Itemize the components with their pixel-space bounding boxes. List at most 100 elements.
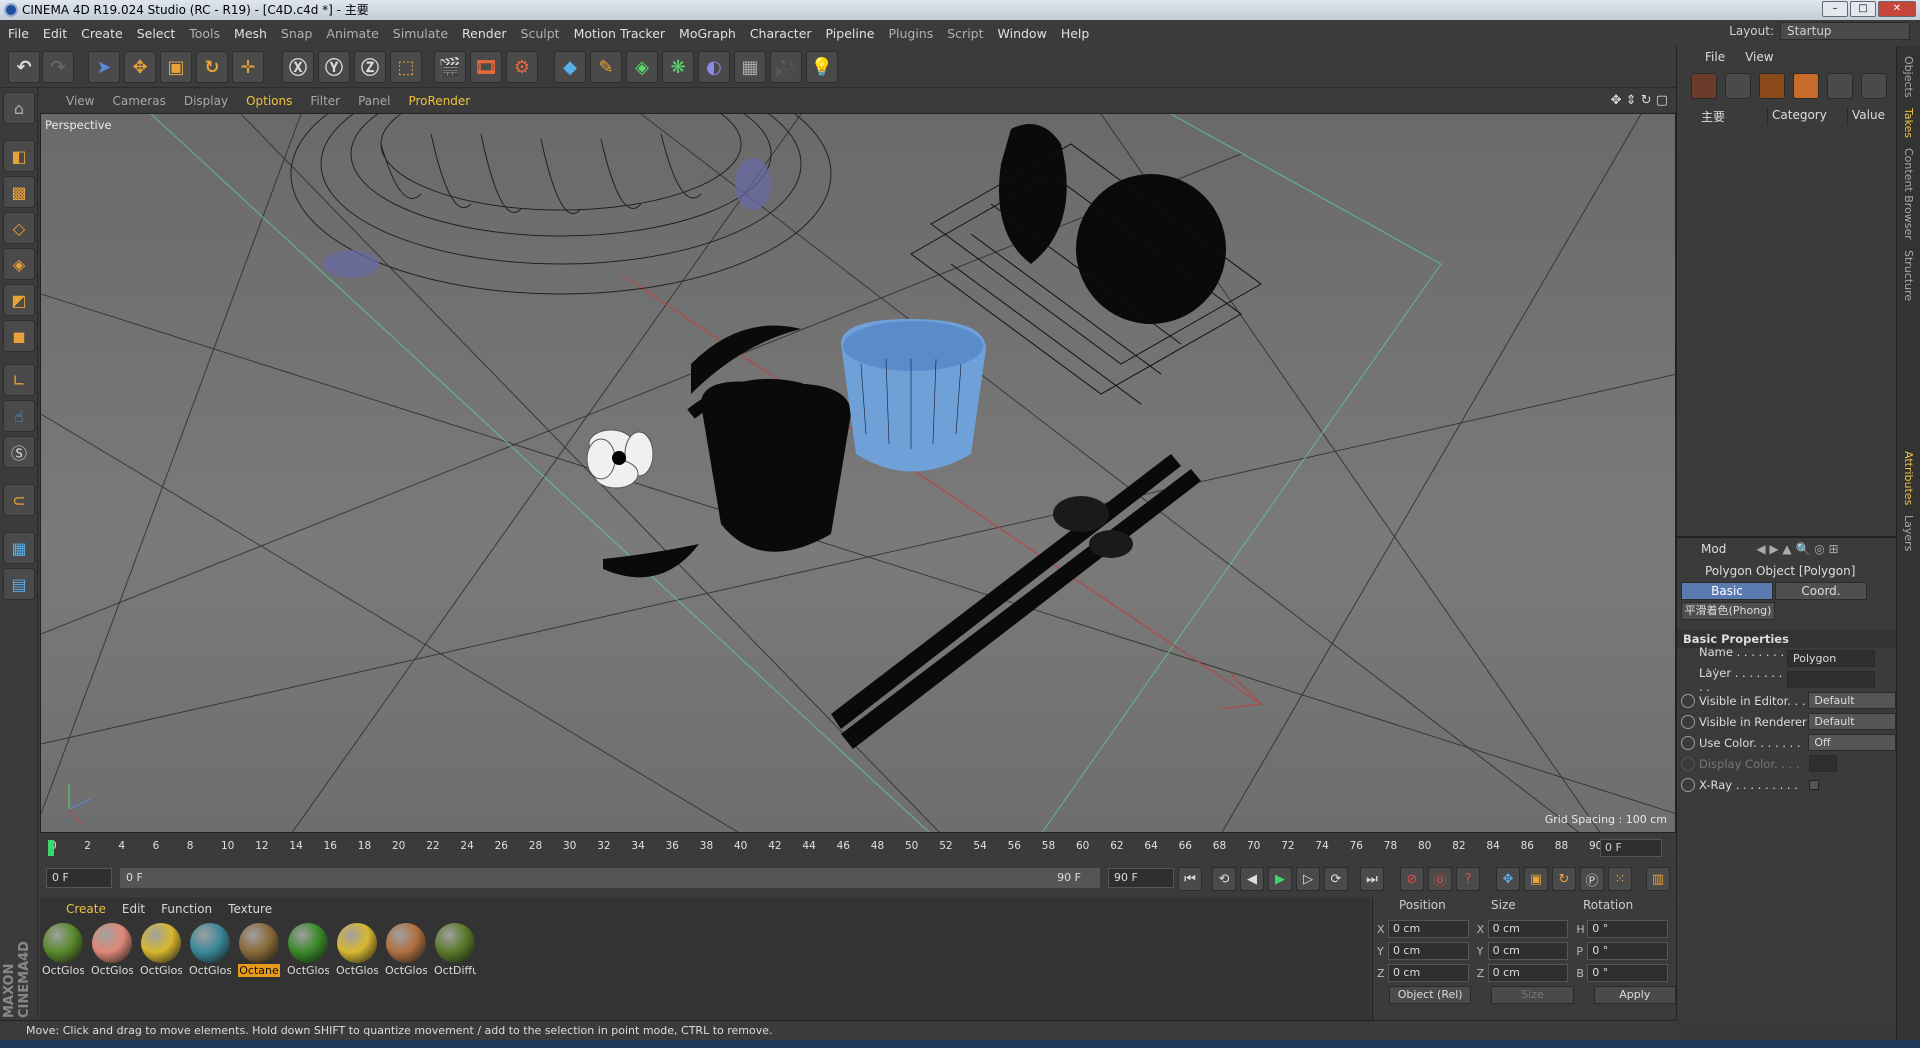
current-frame-field[interactable]: 0 F bbox=[1600, 839, 1662, 857]
undo-icon[interactable]: ↶ bbox=[8, 51, 40, 83]
viewport-menu-view[interactable]: View bbox=[66, 94, 94, 108]
menu-render[interactable]: Render bbox=[462, 26, 507, 41]
animate-radio-icon[interactable] bbox=[1681, 777, 1695, 792]
pos-field[interactable]: 0 cm bbox=[1387, 964, 1469, 982]
menu-pipeline[interactable]: Pipeline bbox=[826, 26, 875, 41]
coordinate-mode-dropdown[interactable]: Object (Rel) bbox=[1389, 986, 1472, 1004]
prop-name-field[interactable]: Polygon bbox=[1787, 650, 1875, 667]
xray-checkbox[interactable] bbox=[1809, 779, 1819, 790]
rot-field[interactable]: 0 ° bbox=[1587, 964, 1669, 982]
workplane-mode-icon[interactable]: ◇ bbox=[3, 212, 35, 244]
tab-coord[interactable]: Coord. bbox=[1775, 582, 1867, 600]
subdivision-surface-icon[interactable]: ◈ bbox=[626, 51, 658, 83]
go-to-start-icon[interactable]: ⏮ bbox=[1178, 867, 1202, 891]
material-swatch[interactable]: OctGlos bbox=[287, 923, 329, 981]
floor-environment-icon[interactable]: ▦ bbox=[734, 51, 766, 83]
octane-render-icon[interactable] bbox=[1827, 73, 1853, 99]
cloner-icon[interactable]: ❋ bbox=[662, 51, 694, 83]
make-editable-icon[interactable]: ⌂ bbox=[3, 92, 35, 124]
side-tab-content-browser[interactable]: Content Browser bbox=[1902, 148, 1915, 240]
material-swatch[interactable]: Octane bbox=[238, 923, 280, 981]
menu-file[interactable]: File bbox=[8, 26, 29, 41]
octane-camera-icon[interactable] bbox=[1759, 73, 1785, 99]
menu-plugins[interactable]: Plugins bbox=[888, 26, 933, 41]
category-column-header[interactable]: Category bbox=[1767, 108, 1847, 126]
rot-field[interactable]: 0 ° bbox=[1587, 920, 1669, 938]
parameter-key-icon[interactable]: Ⓟ bbox=[1580, 867, 1604, 891]
scale-tool-icon[interactable]: ▣ bbox=[160, 51, 192, 83]
render-picture-viewer-icon[interactable]: 🎞 bbox=[470, 51, 502, 83]
planar-workplane-icon[interactable]: ▤ bbox=[3, 568, 35, 600]
animate-radio-icon[interactable] bbox=[1681, 693, 1695, 708]
play-icon[interactable]: ▶ bbox=[1268, 867, 1292, 891]
animate-radio-icon[interactable] bbox=[1681, 756, 1695, 771]
menu-animate[interactable]: Animate bbox=[326, 26, 378, 41]
viewport-menu-panel[interactable]: Panel bbox=[358, 94, 390, 108]
3d-viewport[interactable]: Perspective Grid Spacing : 100 cm bbox=[40, 113, 1676, 833]
y-axis-lock-icon[interactable]: Ⓨ bbox=[318, 51, 350, 83]
record-key-icon[interactable]: ⊘ bbox=[1400, 867, 1424, 891]
attribute-navigation-icons[interactable]: ◀ ▶ ▲ 🔍 ◎ ⊞ bbox=[1756, 542, 1838, 556]
menu-window[interactable]: Window bbox=[998, 26, 1047, 41]
move-tool-icon[interactable]: ✥ bbox=[124, 51, 156, 83]
viewport-menu-filter[interactable]: Filter bbox=[310, 94, 340, 108]
material-swatch[interactable]: OctGlos bbox=[42, 923, 84, 981]
pos-field[interactable]: 0 cm bbox=[1387, 942, 1469, 960]
octane-tools-icon[interactable] bbox=[1861, 73, 1887, 99]
next-frame-icon[interactable]: ▷ bbox=[1296, 867, 1320, 891]
size-field[interactable]: 0 cm bbox=[1487, 942, 1569, 960]
spline-pen-icon[interactable]: ✎ bbox=[590, 51, 622, 83]
side-tab-takes[interactable]: Takes bbox=[1902, 108, 1915, 138]
value-column-header[interactable]: Value bbox=[1847, 108, 1885, 126]
rotate-tool-icon[interactable]: ↻ bbox=[196, 51, 228, 83]
material-swatch[interactable]: OctDiffu bbox=[434, 923, 476, 981]
octane-light-icon[interactable] bbox=[1793, 73, 1819, 99]
apply-button[interactable]: Apply bbox=[1593, 986, 1676, 1004]
material-menu-create[interactable]: Create bbox=[66, 902, 106, 916]
workplane-lock-icon[interactable]: ▦ bbox=[3, 532, 35, 564]
next-key-icon[interactable]: ⟳ bbox=[1324, 867, 1348, 891]
points-mode-icon[interactable]: ◈ bbox=[3, 248, 35, 280]
menu-select[interactable]: Select bbox=[137, 26, 176, 41]
material-swatch[interactable]: OctGlos bbox=[189, 923, 231, 981]
texture-mode-icon[interactable]: ▩ bbox=[3, 176, 35, 208]
object-menu-file[interactable]: File bbox=[1705, 50, 1725, 64]
menu-help[interactable]: Help bbox=[1061, 26, 1090, 41]
minimize-button[interactable]: – bbox=[1822, 1, 1848, 17]
redo-icon[interactable]: ↷ bbox=[42, 51, 74, 83]
pos-field[interactable]: 0 cm bbox=[1387, 920, 1469, 938]
side-tab-structure[interactable]: Structure bbox=[1902, 250, 1915, 301]
material-menu-edit[interactable]: Edit bbox=[122, 902, 145, 916]
axis-mode-icon[interactable]: ∟ bbox=[3, 364, 35, 396]
model-mode-icon[interactable]: ◧ bbox=[3, 140, 35, 172]
viewport-menu-options[interactable]: Options bbox=[246, 94, 292, 108]
polygons-mode-icon[interactable]: ◼ bbox=[3, 320, 35, 352]
material-swatch[interactable]: OctGlos bbox=[385, 923, 427, 981]
size-field[interactable]: 0 cm bbox=[1487, 920, 1569, 938]
deformer-icon[interactable]: ◐ bbox=[698, 51, 730, 83]
viewport-menu-prorender[interactable]: ProRender bbox=[408, 94, 470, 108]
edges-mode-icon[interactable]: ◩ bbox=[3, 284, 35, 316]
x-axis-lock-icon[interactable]: Ⓧ bbox=[282, 51, 314, 83]
prop-visible-renderer-dropdown[interactable]: Default bbox=[1808, 713, 1896, 730]
solo-mode-icon[interactable]: Ⓢ bbox=[3, 436, 35, 468]
tab-phong[interactable]: 平滑着色(Phong) bbox=[1681, 602, 1775, 620]
material-swatch[interactable]: OctGlos bbox=[91, 923, 133, 981]
prop-use-color-dropdown[interactable]: Off bbox=[1808, 734, 1896, 751]
animate-radio-icon[interactable] bbox=[1681, 735, 1695, 750]
timeline-window-icon[interactable]: ▥ bbox=[1646, 867, 1670, 891]
maximize-button[interactable]: □ bbox=[1850, 1, 1876, 17]
layout-dropdown[interactable]: Startup bbox=[1780, 22, 1910, 40]
viewport-navigation-icons[interactable]: ✥ ⇕ ↻ ▢ bbox=[1611, 93, 1668, 108]
light-icon[interactable]: 💡 bbox=[806, 51, 838, 83]
octane-live-viewer-icon[interactable] bbox=[1691, 73, 1717, 99]
viewport-menu-cameras[interactable]: Cameras bbox=[112, 94, 165, 108]
tweak-mode-icon[interactable]: ☝ bbox=[3, 400, 35, 432]
prop-layer-field[interactable] bbox=[1787, 671, 1875, 688]
auto-keying-icon[interactable]: ⓪ bbox=[1428, 867, 1452, 891]
side-tab-attributes[interactable]: Attributes bbox=[1902, 451, 1915, 505]
size-mode-dropdown[interactable]: Size bbox=[1491, 986, 1574, 1004]
menu-script[interactable]: Script bbox=[947, 26, 983, 41]
position-key-icon[interactable]: ✥ bbox=[1496, 867, 1520, 891]
material-swatch[interactable]: OctGlos bbox=[140, 923, 182, 981]
